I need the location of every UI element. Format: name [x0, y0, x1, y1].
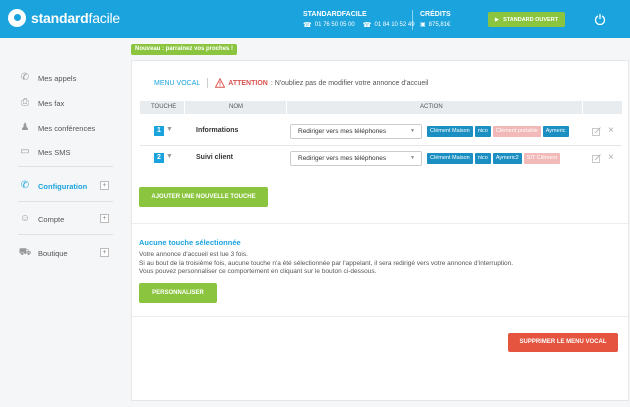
cart-icon: ⛟ — [18, 247, 32, 258]
header-separator — [582, 101, 583, 114]
sidebar-divider — [18, 201, 113, 202]
edit-icon[interactable] — [592, 154, 601, 163]
row-divider — [140, 145, 622, 146]
phone-tag[interactable]: Aymeric — [542, 126, 569, 137]
user-icon: ☺ — [19, 213, 31, 224]
add-key-button[interactable]: AJOUTER UNE NOUVELLE TOUCHE — [139, 187, 268, 207]
logo[interactable]: standardfacile — [8, 9, 120, 27]
phone-tag[interactable]: nico — [474, 153, 491, 164]
phone-tag[interactable]: nico — [474, 126, 491, 137]
standard-status-button[interactable]: ▶ STANDARD OUVERT — [488, 12, 565, 27]
phone-number-1: ☎ 01 76 50 05 00 — [303, 22, 355, 29]
description-line: Votre annonce d'accueil est lue 3 fois. — [139, 251, 248, 258]
delete-icon[interactable]: × — [608, 125, 614, 137]
table-row: 1 ▼ Informations Rediriger vers mes télé… — [140, 120, 622, 143]
group-icon: ♟ — [20, 122, 30, 133]
sidebar-item-boutique[interactable]: ⛟ Boutique — [18, 247, 68, 259]
section-divider — [132, 223, 628, 224]
key-number: 1 — [154, 126, 164, 136]
description-line: Si au bout de la troisième fois, aucune … — [139, 259, 514, 267]
logo-icon — [8, 9, 26, 27]
expand-configuration-button[interactable]: + — [100, 181, 109, 190]
attention-label: ATTENTION — [228, 79, 268, 87]
sidebar: ✆ Mes appels ⎙ Mes fax ♟ Mes conférences… — [0, 38, 127, 407]
phone-tag-disabled[interactable]: SIT Clément — [523, 153, 561, 164]
sidebar-item-mes-appels[interactable]: ✆ Mes appels — [18, 72, 77, 84]
phone-tag[interactable]: Clément Maison — [427, 153, 473, 164]
phone-icon: ☎ — [362, 22, 372, 29]
phone-tags: Clément Maison nico Clément portable Aym… — [427, 126, 574, 137]
logo-text: standardfacile — [31, 10, 121, 26]
phone-tag-disabled[interactable]: Clément portable — [492, 126, 541, 137]
table-header: TOUCHE NOM ACTION — [140, 101, 622, 114]
table-row: 2 ▼ Suivi client Rediriger vers mes télé… — [140, 147, 622, 170]
phone-config-icon: ✆ — [20, 180, 30, 191]
sms-icon: ▭ — [20, 146, 30, 157]
credits-title: CRÉDITS — [420, 11, 451, 18]
header-nom: NOM — [229, 104, 243, 110]
tab-menu-vocal[interactable]: MENU VOCAL — [154, 80, 200, 87]
sidebar-item-compte[interactable]: ☺ Compte — [18, 213, 64, 225]
header-touche: TOUCHE — [151, 104, 177, 110]
chevron-down-icon: ▼ — [410, 128, 415, 134]
filter-icon[interactable]: ▼ — [166, 153, 173, 160]
header-divider — [412, 10, 413, 30]
sidebar-item-mes-fax[interactable]: ⎙ Mes fax — [18, 97, 64, 109]
phone-tag[interactable]: Clément Maison — [427, 126, 473, 137]
filter-icon[interactable]: ▼ — [166, 126, 173, 133]
section-divider — [132, 316, 628, 317]
standard-info: STANDARDFACILE ☎ 01 76 50 05 00 ☎ 01 84 … — [303, 11, 415, 29]
phone-tags: Clément Maison nico Aymeric2 SIT Clément — [427, 153, 574, 164]
sponsorship-banner[interactable]: Nouveau : parrainez vos proches ! — [131, 44, 238, 55]
phone-icon: ✆ — [20, 72, 30, 83]
standard-title: STANDARDFACILE — [303, 11, 367, 18]
delete-icon[interactable]: × — [608, 152, 614, 164]
header-separator — [286, 101, 287, 114]
warning-icon — [215, 78, 226, 88]
phone-tag[interactable]: Aymeric2 — [492, 153, 522, 164]
delete-voice-menu-button[interactable]: SUPPRIMER LE MENU VOCAL — [508, 333, 618, 352]
header-action: ACTION — [420, 104, 443, 110]
phone-number-2: ☎ 01 84 10 52 49 — [362, 22, 415, 29]
section-description: Votre annonce d'accueil est lue 3 fois. … — [139, 251, 609, 277]
customize-button[interactable]: PERSONNALISER — [139, 283, 217, 303]
power-icon[interactable] — [594, 13, 606, 25]
sidebar-item-configuration[interactable]: ✆ Configuration — [18, 180, 87, 192]
key-name[interactable]: Suivi client — [196, 154, 233, 161]
attention-message: : N'oubliez pas de modifier votre annonc… — [270, 79, 429, 87]
header-separator — [184, 101, 185, 114]
key-number: 2 — [154, 153, 164, 163]
sidebar-item-mes-conferences[interactable]: ♟ Mes conférences — [18, 122, 96, 134]
expand-compte-button[interactable]: + — [100, 214, 109, 223]
printer-icon: ⎙ — [21, 97, 29, 108]
phone-icon: ☎ — [303, 22, 312, 29]
action-select[interactable]: Rediriger vers mes téléphones ▼ — [290, 124, 422, 139]
tab-divider — [207, 78, 209, 88]
wallet-icon: ▣ — [420, 22, 426, 28]
sidebar-divider — [18, 166, 113, 167]
sidebar-divider — [18, 234, 113, 235]
action-select[interactable]: Rediriger vers mes téléphones ▼ — [290, 151, 422, 166]
credits-info: CRÉDITS ▣ 875,81€ — [420, 11, 451, 28]
sidebar-item-mes-sms[interactable]: ▭ Mes SMS — [18, 146, 70, 158]
top-bar: standardfacile STANDARDFACILE ☎ 01 76 50… — [0, 0, 630, 38]
credits-amount: 875,81€ — [428, 21, 451, 28]
expand-boutique-button[interactable]: + — [100, 248, 109, 257]
section-title: Aucune touche sélectionnée — [139, 238, 241, 247]
key-name[interactable]: Informations — [196, 127, 238, 134]
voice-menu-panel: MENU VOCAL ATTENTION : N'oubliez pas de … — [131, 60, 629, 401]
play-icon: ▶ — [494, 16, 500, 23]
chevron-down-icon: ▼ — [410, 155, 415, 161]
edit-icon[interactable] — [592, 127, 601, 136]
description-line: Vous pouvez personnaliser ce comportemen… — [139, 268, 377, 276]
